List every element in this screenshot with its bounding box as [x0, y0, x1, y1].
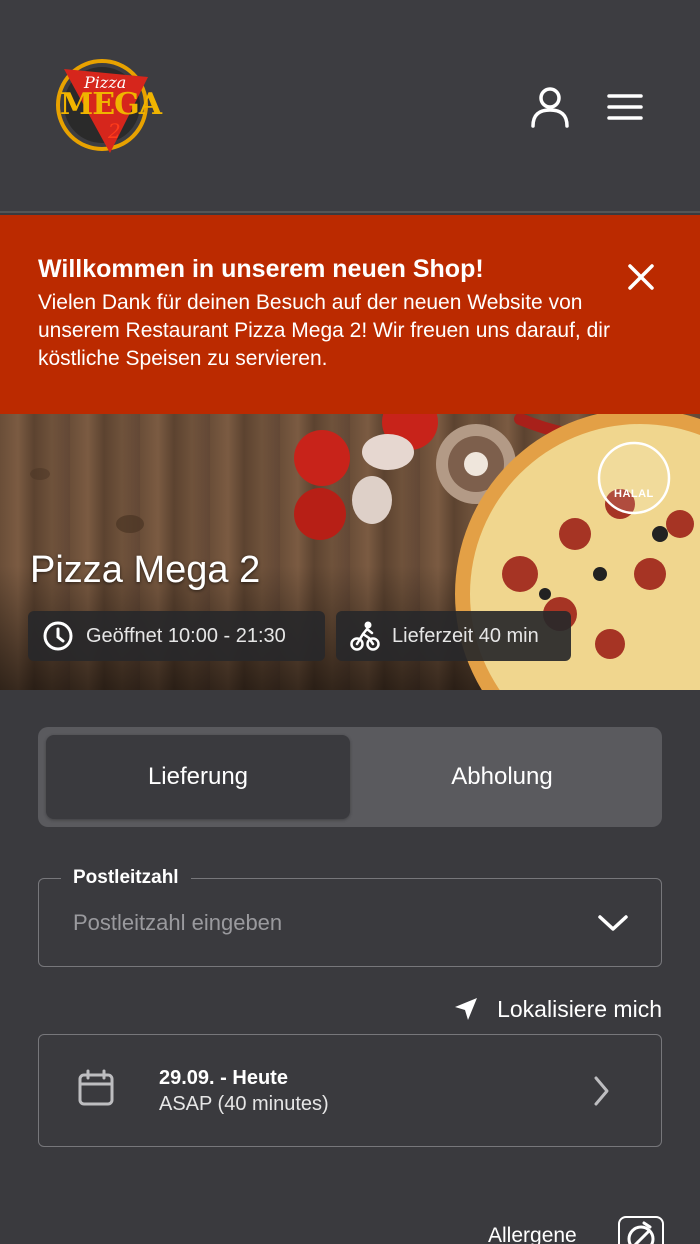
restaurant-name: Pizza Mega 2 [30, 549, 261, 591]
postcode-input[interactable] [73, 903, 593, 943]
banner-title: Willkommen in unserem neuen Shop! [38, 255, 484, 283]
header: Pizza MEGA 2 [0, 0, 700, 213]
postcode-field[interactable]: Postleitzahl [38, 867, 662, 967]
logo-text-num: 2 [108, 119, 121, 143]
delivery-time-selector[interactable]: 29.09. - Heute ASAP (40 minutes) [38, 1034, 662, 1147]
allergens-label: Allergene [488, 1224, 577, 1244]
welcome-banner: Willkommen in unserem neuen Shop! Vielen… [0, 215, 700, 414]
hero-image: HALAL Pizza Mega 2 Geöffnet 10:00 - 21:3… [0, 414, 700, 690]
user-icon[interactable] [530, 86, 570, 128]
location-arrow-icon [455, 998, 478, 1020]
delivery-time-chip: Lieferzeit 40 min [336, 611, 571, 661]
delivery-option[interactable]: Lieferung [46, 735, 350, 819]
schedule-date: 29.09. - Heute [159, 1067, 288, 1089]
locate-me-button[interactable]: Lokalisiere mich [440, 993, 662, 1025]
schedule-time: ASAP (40 minutes) [159, 1093, 329, 1115]
chevron-right-icon [594, 1076, 609, 1106]
order-mode-toggle: Lieferung Abholung [38, 727, 662, 827]
locate-me-label: Lokalisiere mich [497, 995, 662, 1022]
clock-icon [43, 621, 73, 651]
opening-hours-chip: Geöffnet 10:00 - 21:30 [28, 611, 325, 661]
delivery-time-text: Lieferzeit 40 min [392, 624, 539, 647]
logo-text-main: MEGA [60, 87, 162, 122]
banner-text: Vielen Dank für deinen Besuch auf der ne… [38, 291, 610, 370]
allergens-filter-button[interactable] [618, 1216, 664, 1244]
hamburger-menu-icon[interactable] [606, 92, 644, 122]
bicycle-icon [350, 621, 380, 651]
postcode-label: Postleitzahl [61, 867, 191, 889]
opening-hours-text: Geöffnet 10:00 - 21:30 [86, 624, 286, 647]
pickup-option[interactable]: Abholung [350, 735, 654, 819]
close-icon[interactable] [626, 262, 656, 292]
restaurant-logo[interactable]: Pizza MEGA 2 [50, 55, 162, 155]
calendar-icon [78, 1069, 114, 1106]
chevron-down-icon[interactable] [597, 913, 629, 933]
no-allergen-icon [627, 1221, 655, 1244]
halal-badge-label: HALAL [614, 488, 654, 500]
